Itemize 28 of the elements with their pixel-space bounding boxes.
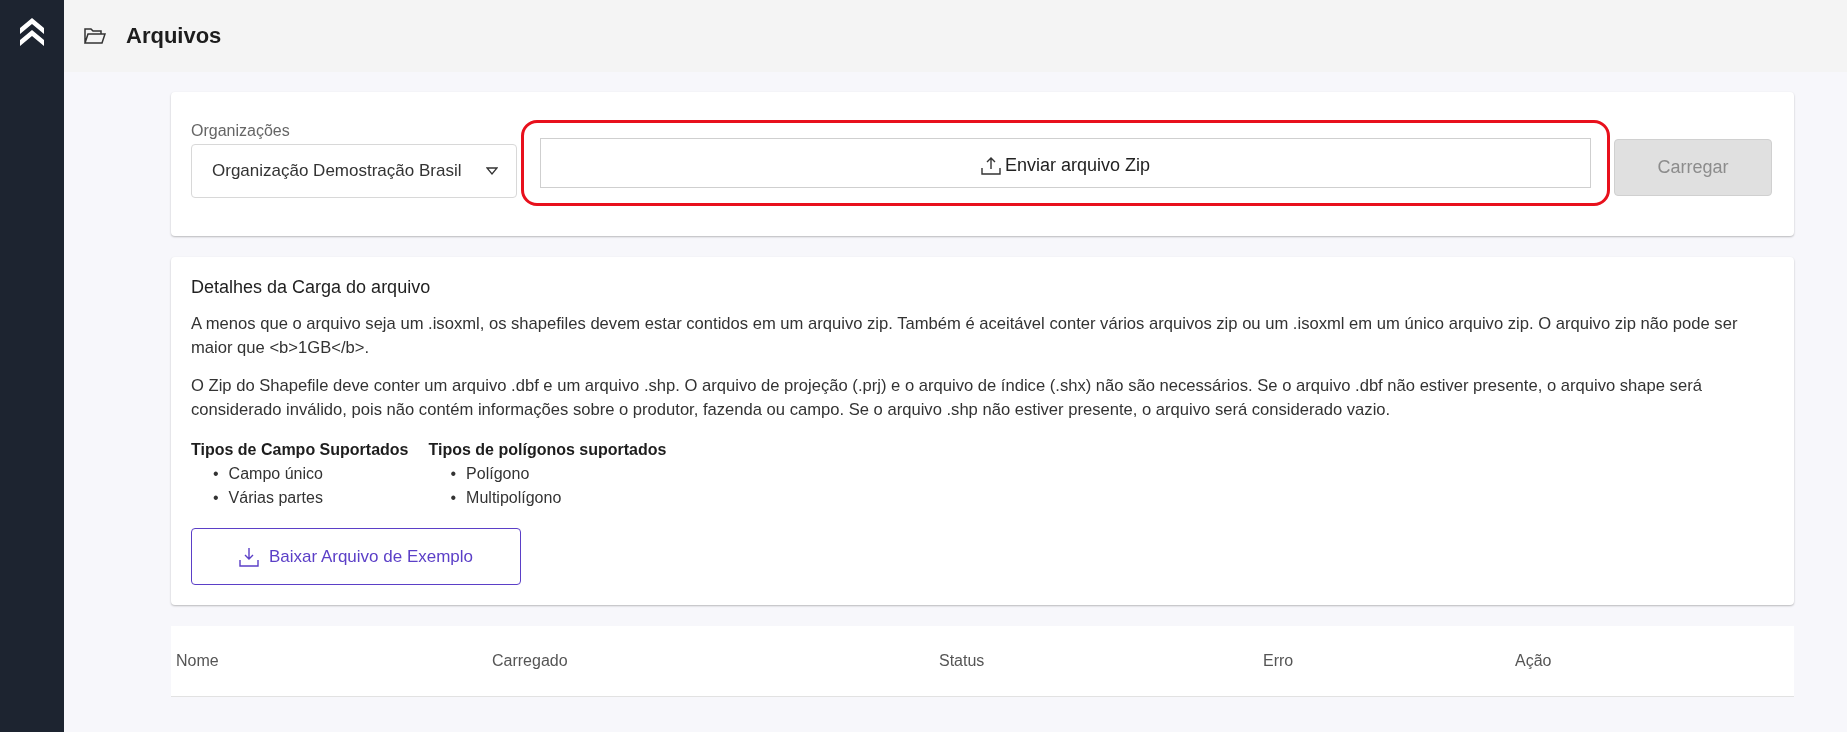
section-title: Detalhes da Carga do arquivo [191,277,432,298]
field-label: Organizações [191,122,291,140]
page-title: Arquivos [126,23,222,49]
column-header: Ação [1514,652,1553,670]
organization-select[interactable]: Organização Demostração Brasil [191,144,517,198]
upload-button[interactable]: Enviar arquivo Zip [540,138,1591,188]
list-item: Campo único [228,464,323,484]
caret-icon [486,167,498,175]
list-bullet: • [213,464,219,484]
download-button[interactable]: Baixar Arquivo de Exemplo [191,528,521,585]
list-title: Tipos de polígonos suportados [428,440,667,460]
upload-icon [980,155,1001,176]
list-bullet: • [450,488,457,508]
column-header: Status [938,652,986,670]
column-header: Carregado [491,652,569,670]
folder-icon [84,27,106,45]
paragraph: A menos que o arquivo seja um .isoxml, os shapefiles devem estar contidos em um arquivo zip. Também é aceitável conter vários arquivos zip ou um .isoxml em um único arquivo zip. O arquivo zip não pode ser maior que <b>1GB</b>. [191,313,1739,359]
list-bullet: • [213,488,219,508]
list-item: Polígono [466,464,530,484]
list-bullet: • [450,464,457,484]
column-header: Nome [175,652,220,670]
list-item: Várias partes [228,488,323,508]
list-item: Multipolígono [466,488,562,508]
paragraph: O Zip do Shapefile deve conter um arquivo .dbf e um arquivo .shp. O arquivo de projeção (.prj) e o arquivo de índice (.shx) não são necessários. Se o arquivo .dbf não estiver presente, o arquivo shape será considerado inválido, pois não contém informações sobre o produtor, fazenda ou campo. Se o arquivo .shp não estiver presente, o arquivo será considerado vazio. [191,375,1703,421]
list-title: Tipos de Campo Suportados [191,440,409,460]
logo-icon[interactable] [20,18,44,46]
download-icon [238,546,259,567]
column-header: Erro [1262,652,1295,670]
